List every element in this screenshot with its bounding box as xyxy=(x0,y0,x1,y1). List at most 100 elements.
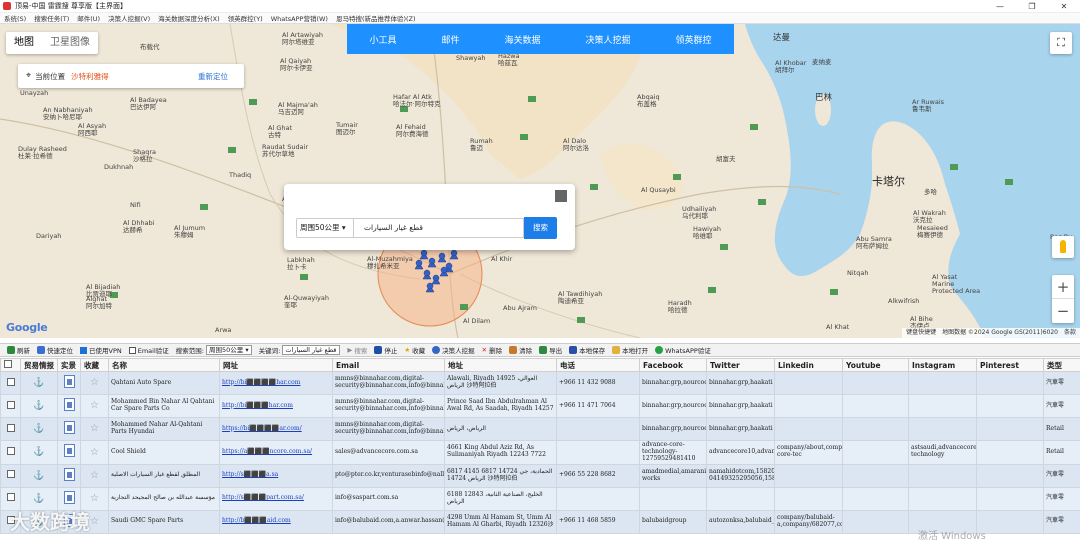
street-view-cell[interactable] xyxy=(57,417,81,441)
stop-button[interactable]: 停止 xyxy=(374,345,397,355)
favorite-cell[interactable]: ☆ xyxy=(80,371,109,395)
nav-decision-maker[interactable]: 决策人挖掘 xyxy=(585,33,630,46)
row-checkbox[interactable] xyxy=(6,400,15,409)
refresh-button[interactable]: 刷新 xyxy=(7,345,30,355)
table-row[interactable]: ⚓ ☆ Qahtani Auto Spare http://bi⬛⬛⬛⬛har.com… xyxy=(0,371,1080,395)
trade-intel-cell[interactable]: ⚓ xyxy=(20,371,58,395)
search-range-select[interactable]: 周围50公里 ▾ xyxy=(205,345,252,355)
trade-intel-cell[interactable]: ⚓ xyxy=(20,394,58,418)
url-cell[interactable]: https://a⬛⬛⬛ncore.com.sa/ xyxy=(219,440,333,465)
row-checkbox-cell[interactable] xyxy=(0,463,21,488)
zoom-in-button[interactable]: + xyxy=(1052,275,1074,299)
keyboard-shortcuts-link[interactable]: 键盘快捷键 xyxy=(906,328,936,338)
keyword-field[interactable]: قطع غيار السيارات xyxy=(282,345,341,355)
radius-select[interactable]: 周围50公里 ▾ xyxy=(296,218,354,238)
nav-tools[interactable]: 小工具 xyxy=(369,33,396,46)
table-row[interactable]: ⚓ ☆ مؤسسة عبدالله بن صالح المجيحد التجارية… xyxy=(0,486,1080,511)
nav-mail[interactable]: 邮件 xyxy=(441,33,459,46)
trade-intel-cell[interactable]: ⚓ xyxy=(20,440,58,465)
favorite-cell[interactable]: ☆ xyxy=(80,417,109,441)
anchor-icon[interactable]: ⚓ xyxy=(33,471,44,481)
street-view-icon[interactable] xyxy=(63,467,75,481)
street-view-cell[interactable] xyxy=(57,463,81,488)
street-view-cell[interactable] xyxy=(57,394,81,418)
row-checkbox[interactable] xyxy=(6,423,15,432)
street-view-cell[interactable] xyxy=(57,371,81,395)
url-cell[interactable]: http://s⬛⬛⬛a.sa xyxy=(219,463,333,488)
relocate-link[interactable]: 重新定位 xyxy=(198,71,228,82)
map-type-map[interactable]: 地图 xyxy=(6,32,42,54)
website-link[interactable]: http://s⬛⬛⬛a.sa xyxy=(222,471,278,478)
anchor-icon[interactable]: ⚓ xyxy=(33,494,44,504)
table-row[interactable]: ⚓ ☆ Mohammed Bin Nahar Al Qahtani Car Spar… xyxy=(0,394,1080,418)
local-save-button[interactable]: 本地保存 xyxy=(569,345,605,355)
favorite-star-icon[interactable]: ☆ xyxy=(90,400,99,411)
favorite-button[interactable]: ★ 收藏 xyxy=(404,345,425,355)
favorite-star-icon[interactable]: ☆ xyxy=(90,447,99,458)
website-link[interactable]: http://b⬛⬛⬛aid.com xyxy=(222,517,291,524)
street-view-icon[interactable] xyxy=(63,490,75,504)
website-link[interactable]: https://bi⬛⬛⬛⬛ar.com/ xyxy=(222,425,302,432)
url-cell[interactable]: http://s⬛⬛⬛part.com.sa/ xyxy=(219,486,333,511)
row-checkbox[interactable] xyxy=(6,377,15,386)
clear-button[interactable]: 清除 xyxy=(509,345,532,355)
menu-search-task[interactable]: 搜索任务(T) xyxy=(30,13,73,23)
map-view[interactable]: 布载代Al Artawiyah 阿尔塔维亚Hafar Al-Batin 哈费尔巴… xyxy=(0,24,1080,338)
favorite-star-icon[interactable]: ☆ xyxy=(90,516,99,527)
website-link[interactable]: https://a⬛⬛⬛ncore.com.sa/ xyxy=(222,448,312,455)
row-checkbox-cell[interactable] xyxy=(0,371,21,395)
url-cell[interactable]: https://bi⬛⬛⬛⬛ar.com/ xyxy=(219,417,333,441)
quick-locate-button[interactable]: 快速定位 xyxy=(37,345,73,355)
menu-decision-maker[interactable]: 决策人挖掘(V) xyxy=(104,13,154,23)
table-row[interactable]: ⚓ ☆ المطلق لقطع غيار السيارات الاصلية http:… xyxy=(0,463,1080,488)
street-view-icon[interactable] xyxy=(63,421,75,435)
street-view-icon[interactable] xyxy=(63,398,75,412)
menu-new-product[interactable]: 恩马特搜(新品推荐体验)(Z) xyxy=(332,13,420,23)
anchor-icon[interactable]: ⚓ xyxy=(33,424,44,434)
whatsapp-verify-button[interactable]: WhatsAPP验证 xyxy=(655,345,711,355)
street-view-pegman-icon[interactable] xyxy=(1052,236,1074,258)
favorite-star-icon[interactable]: ☆ xyxy=(90,493,99,504)
favorite-star-icon[interactable]: ☆ xyxy=(90,470,99,481)
terms-link[interactable]: 条款 xyxy=(1064,328,1076,338)
row-checkbox-cell[interactable] xyxy=(0,394,21,418)
row-checkbox[interactable] xyxy=(6,493,15,502)
search-button[interactable]: 搜索 xyxy=(524,217,557,239)
menu-mail[interactable]: 邮件(U) xyxy=(73,13,104,23)
keyword-input[interactable]: قطع غيار السيارات xyxy=(354,218,524,238)
map-type-satellite[interactable]: 卫星图像 xyxy=(42,32,98,54)
menu-whatsapp[interactable]: WhatsAPP营销(W) xyxy=(267,13,332,23)
email-verify-checkbox[interactable]: Email验证 xyxy=(128,345,169,355)
delete-button[interactable]: ✕ 删除 xyxy=(482,345,502,355)
anchor-icon[interactable]: ⚓ xyxy=(33,447,44,457)
url-cell[interactable]: http://bi⬛⬛⬛⬛har.com xyxy=(219,371,333,395)
close-panel-icon[interactable] xyxy=(555,190,567,202)
close-button[interactable]: ✕ xyxy=(1048,0,1080,13)
select-all-header[interactable] xyxy=(0,358,21,372)
trade-intel-cell[interactable]: ⚓ xyxy=(20,463,58,488)
search-toolbar-button[interactable]: ▶ 搜索 xyxy=(347,345,367,355)
select-all-checkbox[interactable] xyxy=(4,360,12,368)
menu-linkedin-control[interactable]: 领英群控(Y) xyxy=(224,13,267,23)
table-row[interactable]: ⚓ ☆ Mohammed Nahar Al-Qahtani Parts Hyunda… xyxy=(0,417,1080,441)
menu-system[interactable]: 系统(S) xyxy=(0,13,30,23)
url-cell[interactable]: http://bi⬛⬛⬛har.com xyxy=(219,394,333,418)
website-link[interactable]: http://s⬛⬛⬛part.com.sa/ xyxy=(222,494,304,501)
row-checkbox[interactable] xyxy=(6,446,15,455)
trade-intel-cell[interactable]: ⚓ xyxy=(20,417,58,441)
street-view-icon[interactable] xyxy=(63,444,75,458)
row-checkbox-cell[interactable] xyxy=(0,440,21,465)
row-checkbox-cell[interactable] xyxy=(0,417,21,441)
decision-maker-button[interactable]: 决策人挖掘 xyxy=(432,345,475,355)
favorite-star-icon[interactable]: ☆ xyxy=(90,423,99,434)
nav-customs[interactable]: 海关数据 xyxy=(504,33,540,46)
row-checkbox[interactable] xyxy=(6,470,15,479)
zoom-out-button[interactable]: − xyxy=(1052,299,1074,323)
favorite-star-icon[interactable]: ☆ xyxy=(90,377,99,388)
street-view-icon[interactable] xyxy=(63,375,75,389)
local-open-button[interactable]: 本地打开 xyxy=(612,345,648,355)
fullscreen-icon[interactable]: ⛶ xyxy=(1050,32,1072,54)
export-button[interactable]: 导出 xyxy=(539,345,562,355)
favorite-cell[interactable]: ☆ xyxy=(80,394,109,418)
menu-customs-analysis[interactable]: 海关数据深度分析(X) xyxy=(154,13,224,23)
